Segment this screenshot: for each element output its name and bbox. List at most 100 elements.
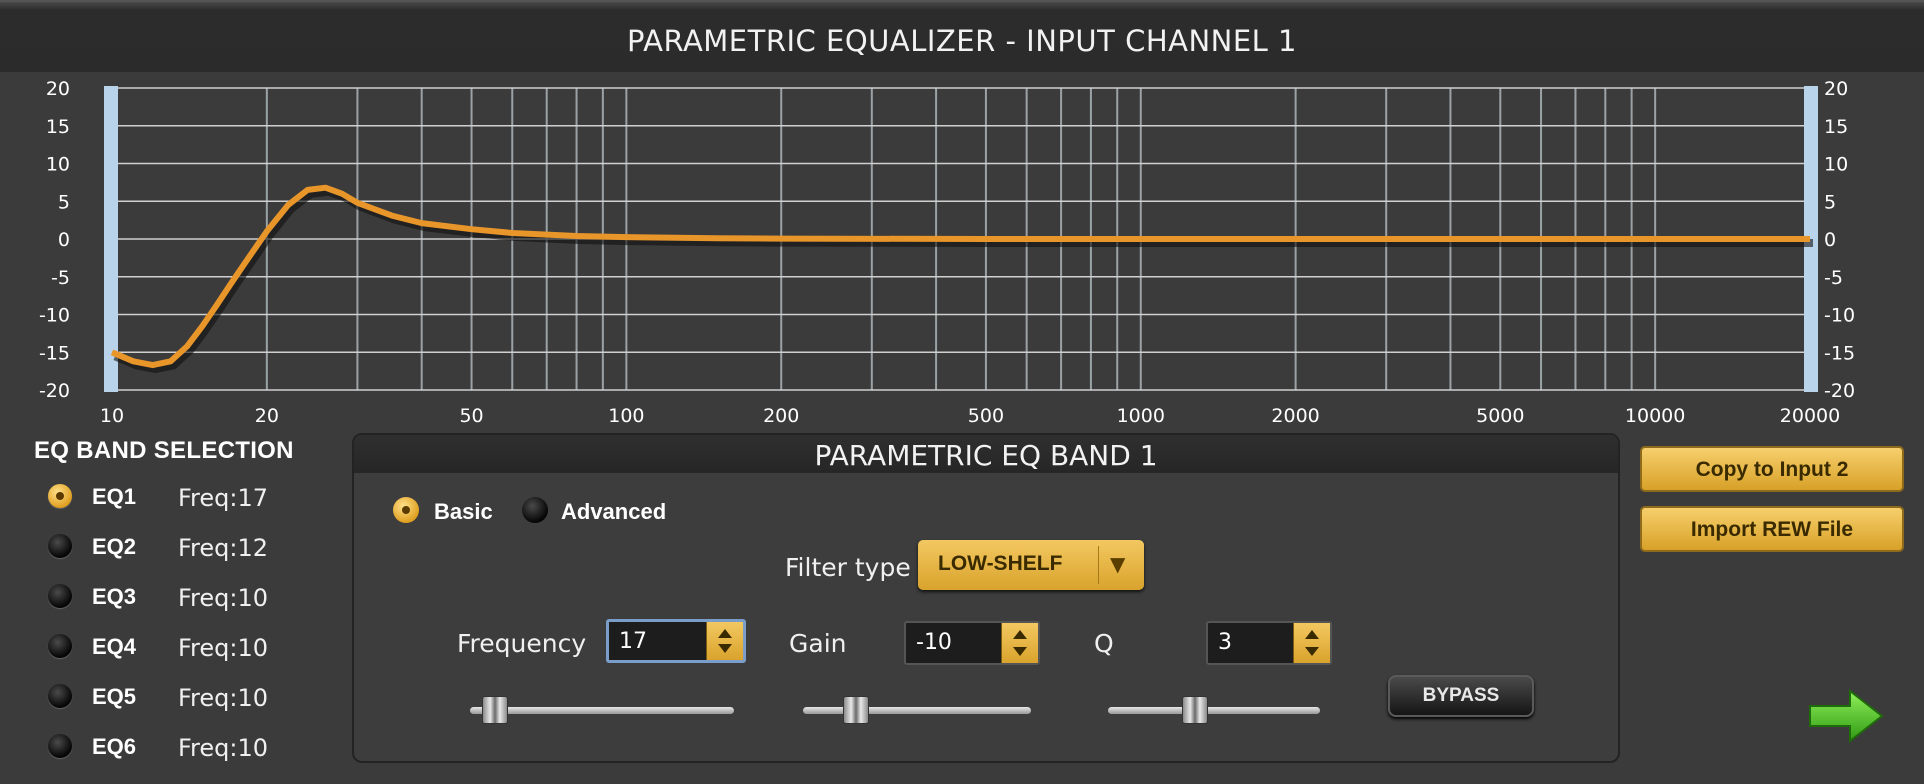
eq4-freq: Freq:10 <box>178 634 269 662</box>
y-tick-label-right: 15 <box>1824 116 1848 138</box>
eq1-freq: Freq:17 <box>178 484 269 512</box>
right-arrow-icon[interactable] <box>1806 686 1886 746</box>
y-tick-label-left: 20 <box>46 78 70 100</box>
bypass-label: BYPASS <box>1422 685 1500 706</box>
band-row-eq4[interactable]: EQ4 Freq:10 <box>48 634 348 674</box>
arrow-up-icon[interactable] <box>1013 630 1027 639</box>
arrow-down-icon[interactable] <box>718 644 732 653</box>
eq3-radio[interactable] <box>48 584 72 608</box>
frequency-slider[interactable] <box>470 695 734 725</box>
arrow-up-icon[interactable] <box>718 629 732 638</box>
band-row-eq1[interactable]: EQ1 Freq:17 <box>48 484 348 524</box>
window-title: PARAMETRIC EQUALIZER - INPUT CHANNEL 1 <box>627 24 1297 58</box>
q-value: 3 <box>1218 630 1232 655</box>
y-tick-label-left: 15 <box>46 116 70 138</box>
eq-band-panel: PARAMETRIC EQ BAND 1 Basic Advanced Filt… <box>352 433 1620 763</box>
filter-type-label: Filter type <box>785 553 911 582</box>
y-tick-label-right: -5 <box>1824 267 1843 289</box>
gain-slider-track[interactable] <box>803 707 1031 714</box>
eq1-radio[interactable] <box>48 484 72 508</box>
band-row-eq6[interactable]: EQ6 Freq:10 <box>48 734 348 774</box>
eq-response-graph: 20 2015 1510 105 50 0-5 -5-10 -10-15 -15-20 -2010… <box>39 78 1855 427</box>
x-tick-label: 50 <box>459 405 483 427</box>
y-tick-label-left: -5 <box>51 267 70 289</box>
eq2-radio[interactable] <box>48 534 72 558</box>
copy-to-input-button[interactable]: Copy to Input 2 <box>1640 446 1904 492</box>
copy-to-input-label: Copy to Input 2 <box>1695 458 1849 481</box>
eq4-label: EQ4 <box>92 634 137 659</box>
q-label: Q <box>1094 629 1114 658</box>
basic-radio[interactable] <box>393 497 419 523</box>
gain-value: -10 <box>916 630 952 655</box>
eq1-label: EQ1 <box>92 484 137 509</box>
y-tick-label-left: -15 <box>39 342 70 364</box>
eq4-radio[interactable] <box>48 634 72 658</box>
band-row-eq5[interactable]: EQ5 Freq:10 <box>48 684 348 724</box>
y-tick-label-left: 0 <box>58 229 70 251</box>
panel-title: PARAMETRIC EQ BAND 1 <box>814 439 1158 472</box>
gain-slider[interactable] <box>803 695 1031 725</box>
bypass-button[interactable]: BYPASS <box>1388 675 1534 717</box>
panel-header: PARAMETRIC EQ BAND 1 <box>354 435 1618 473</box>
y-tick-label-left: 10 <box>46 154 70 176</box>
x-tick-label: 5000 <box>1476 405 1524 427</box>
eq6-freq: Freq:10 <box>178 734 269 762</box>
frequency-slider-thumb[interactable] <box>481 696 508 724</box>
y-tick-label-right: 20 <box>1824 78 1848 100</box>
gain-stepper[interactable] <box>1001 623 1038 663</box>
x-tick-label: 500 <box>968 405 1004 427</box>
arrow-down-icon[interactable] <box>1305 647 1319 656</box>
y-tick-label-right: 10 <box>1824 154 1848 176</box>
band-row-eq2[interactable]: EQ2 Freq:12 <box>48 534 348 574</box>
frequency-slider-track[interactable] <box>470 707 734 714</box>
x-tick-label: 20 <box>255 405 279 427</box>
q-slider-track[interactable] <box>1108 707 1320 714</box>
y-tick-label-right: 5 <box>1824 191 1836 213</box>
q-input[interactable]: 3 <box>1206 621 1332 665</box>
x-tick-label: 20000 <box>1780 405 1840 427</box>
q-slider[interactable] <box>1108 695 1320 725</box>
x-tick-label: 2000 <box>1271 405 1319 427</box>
frequency-stepper[interactable] <box>706 622 743 660</box>
y-tick-label-right: 0 <box>1824 229 1836 251</box>
eq6-label: EQ6 <box>92 734 137 759</box>
frequency-input[interactable]: 17 <box>606 619 746 663</box>
arrow-down-icon[interactable] <box>1013 647 1027 656</box>
y-tick-label-left: 5 <box>58 191 70 213</box>
eq6-radio[interactable] <box>48 734 72 758</box>
y-tick-label-left: -20 <box>39 380 70 402</box>
band-row-eq3[interactable]: EQ3 Freq:10 <box>48 584 348 624</box>
eq2-label: EQ2 <box>92 534 137 559</box>
eq-curve-shadow <box>113 187 1813 374</box>
y-tick-label-left: -10 <box>39 305 70 327</box>
chevron-down-icon: ▼ <box>1110 552 1126 576</box>
x-tick-label: 200 <box>763 405 799 427</box>
left-range-bar <box>104 86 118 392</box>
eq5-radio[interactable] <box>48 684 72 708</box>
x-tick-label: 10000 <box>1625 405 1685 427</box>
select-divider <box>1098 546 1099 584</box>
gain-input[interactable]: -10 <box>904 621 1040 665</box>
q-slider-thumb[interactable] <box>1182 696 1209 724</box>
filter-type-select[interactable]: LOW-SHELF ▼ <box>918 540 1144 590</box>
x-tick-label: 100 <box>608 405 644 427</box>
advanced-radio[interactable] <box>522 497 548 523</box>
import-rew-label: Import REW File <box>1690 518 1854 541</box>
arrow-up-icon[interactable] <box>1305 630 1319 639</box>
gain-label: Gain <box>789 629 847 658</box>
y-tick-label-right: -20 <box>1824 380 1855 402</box>
filter-type-value: LOW-SHELF <box>938 552 1063 575</box>
eq5-label: EQ5 <box>92 684 137 709</box>
gain-slider-thumb[interactable] <box>843 696 870 724</box>
basic-label: Basic <box>434 499 493 524</box>
import-rew-button[interactable]: Import REW File <box>1640 506 1904 552</box>
eq5-freq: Freq:10 <box>178 684 269 712</box>
title-bar: PARAMETRIC EQUALIZER - INPUT CHANNEL 1 <box>0 0 1924 72</box>
eq2-freq: Freq:12 <box>178 534 269 562</box>
y-tick-label-right: -10 <box>1824 305 1855 327</box>
x-tick-label: 10 <box>100 405 124 427</box>
x-tick-label: 1000 <box>1117 405 1165 427</box>
y-tick-label-right: -15 <box>1824 342 1855 364</box>
frequency-label: Frequency <box>457 629 587 658</box>
q-stepper[interactable] <box>1293 623 1330 663</box>
